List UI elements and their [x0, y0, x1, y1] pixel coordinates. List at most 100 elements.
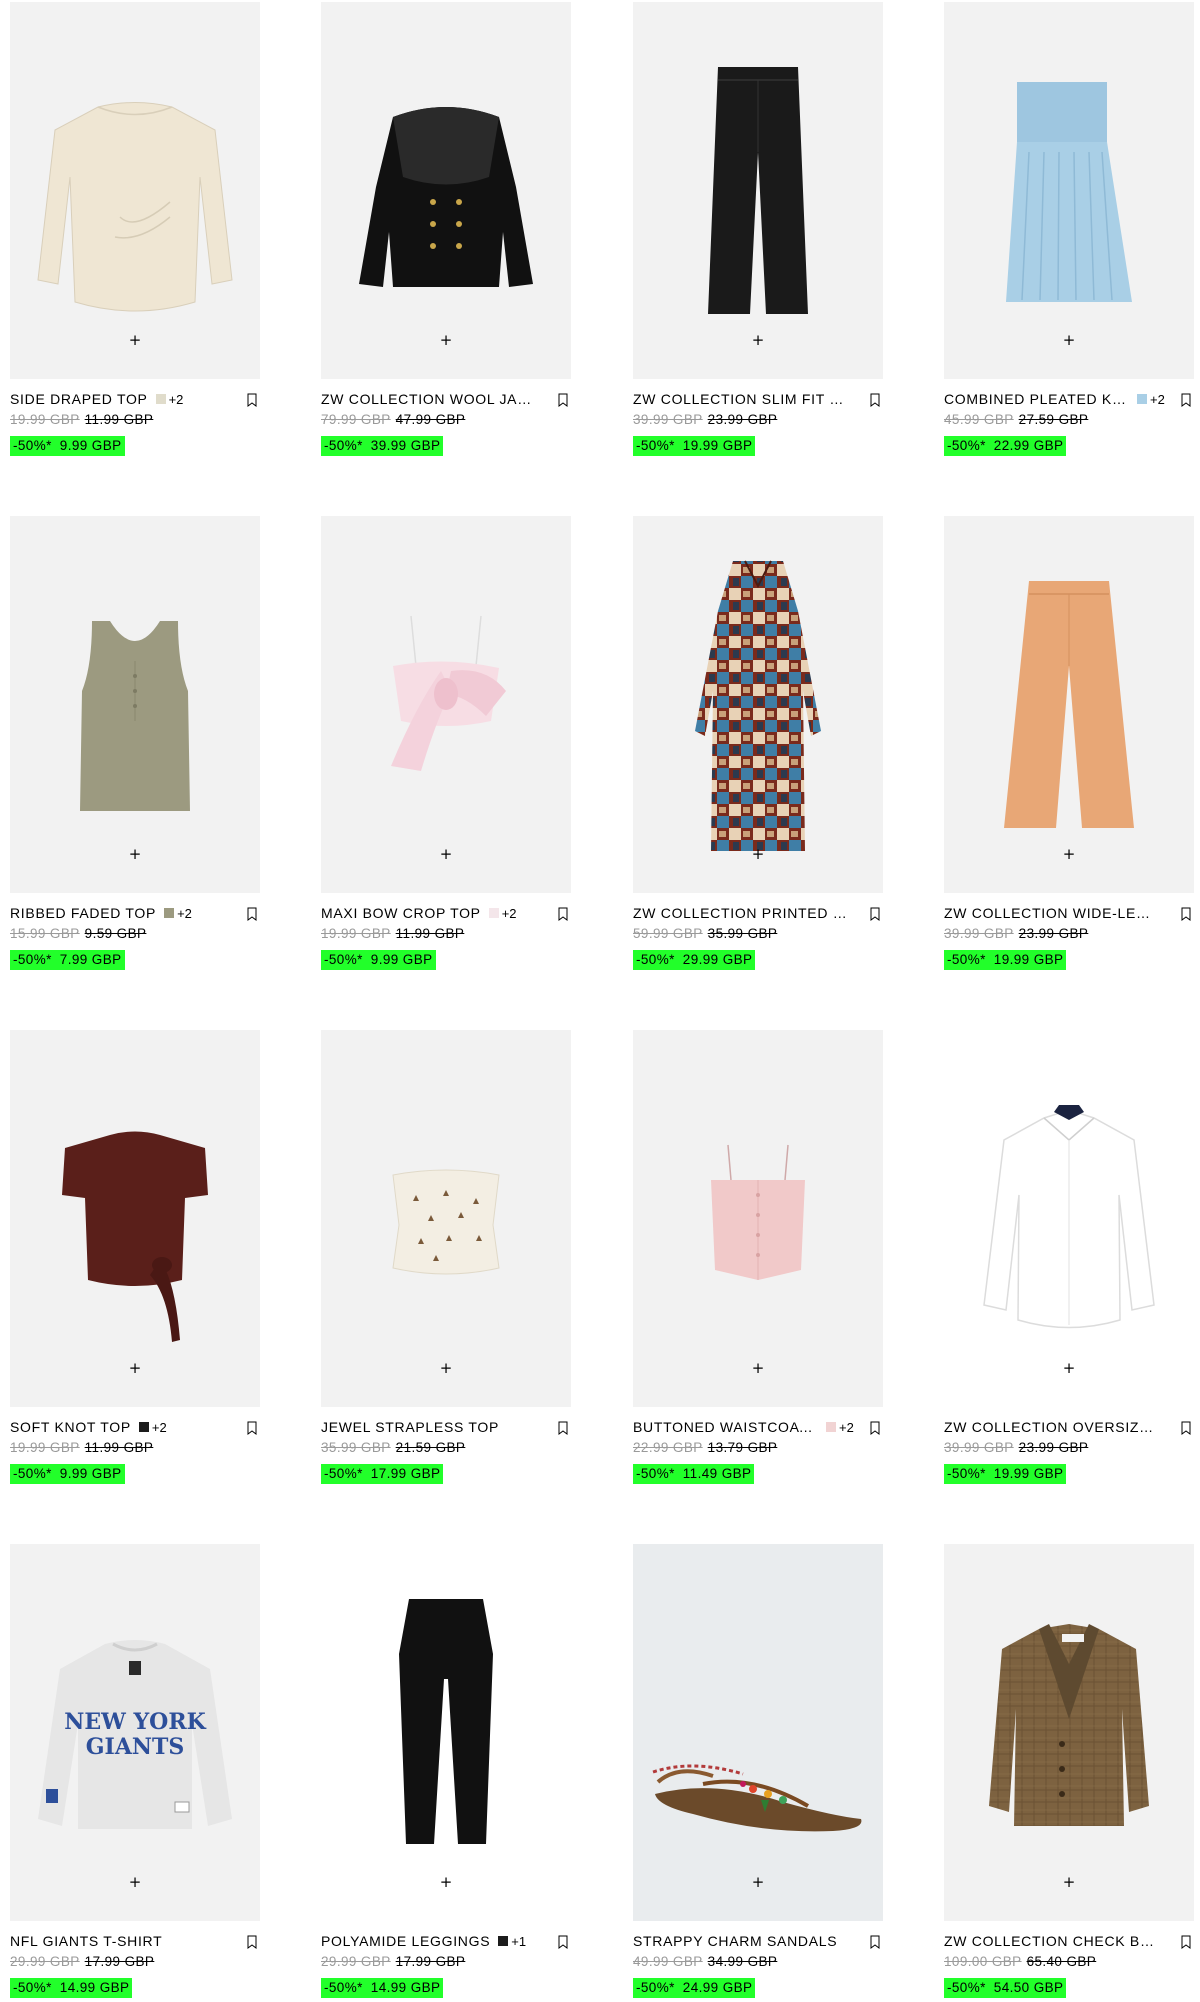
product-image[interactable]: +: [10, 516, 260, 893]
bookmark-icon[interactable]: [246, 907, 258, 921]
previous-price: 65.40 GBP: [1026, 1954, 1097, 1969]
color-swatch[interactable]: [155, 394, 166, 404]
quick-add-button[interactable]: +: [125, 1358, 145, 1378]
quick-add-button[interactable]: +: [748, 1358, 768, 1378]
white-shirt-image: [983, 1105, 1155, 1329]
quick-add-button[interactable]: +: [748, 844, 768, 864]
bookmark-icon[interactable]: [869, 393, 881, 407]
bookmark-icon[interactable]: [869, 1421, 881, 1435]
bookmark-icon[interactable]: [246, 1935, 258, 1949]
quick-add-button[interactable]: +: [1059, 330, 1079, 350]
bookmark-icon[interactable]: [1180, 907, 1192, 921]
bookmark-icon[interactable]: [246, 393, 258, 407]
product-name[interactable]: SOFT KNOT TOP: [10, 1419, 131, 1435]
product-image[interactable]: +: [633, 516, 883, 893]
bookmark-icon[interactable]: [557, 1935, 569, 1949]
product-name[interactable]: JEWEL STRAPLESS TOP: [321, 1419, 499, 1435]
product-name[interactable]: ZW COLLECTION WIDE-LEG JEANS: [944, 905, 1159, 921]
product-card[interactable]: + POLYAMIDE LEGGINGS +1 29.99 GBP 17.99 G…: [321, 1544, 571, 2002]
product-card[interactable]: + ZW COLLECTION SLIM FIT HIGH-WAIST JEAN…: [633, 2, 883, 472]
product-card[interactable]: + ZW COLLECTION OVERSIZE POPLIN SHIRT 39…: [944, 1030, 1194, 1500]
sale-price: 11.49 GBP: [682, 1466, 752, 1481]
bookmark-icon[interactable]: [557, 393, 569, 407]
product-image[interactable]: +: [633, 1544, 883, 1921]
product-name[interactable]: ZW COLLECTION OVERSIZE POPLIN SHIRT: [944, 1419, 1159, 1435]
product-image[interactable]: +: [321, 516, 571, 893]
color-swatch[interactable]: [1137, 394, 1147, 404]
original-price: 39.99 GBP: [633, 412, 703, 427]
quick-add-button[interactable]: +: [125, 330, 145, 350]
product-image[interactable]: +: [944, 2, 1194, 379]
quick-add-button[interactable]: +: [436, 1872, 456, 1892]
quick-add-button[interactable]: +: [436, 1358, 456, 1378]
product-image[interactable]: +: [944, 1544, 1194, 1921]
bookmark-icon[interactable]: [557, 1421, 569, 1435]
product-image[interactable]: NEW YORK GIANTS +: [10, 1544, 260, 1921]
product-name[interactable]: STRAPPY CHARM SANDALS: [633, 1933, 837, 1949]
bookmark-icon[interactable]: [1180, 393, 1192, 407]
product-card[interactable]: + SOFT KNOT TOP +2 19.99 GBP 11.99 GBP -5…: [10, 1030, 260, 1500]
quick-add-button[interactable]: +: [436, 330, 456, 350]
sale-price-badge: -50%* 29.99 GBP: [633, 950, 756, 970]
color-swatch[interactable]: [826, 1422, 836, 1432]
color-swatch[interactable]: [164, 908, 175, 918]
product-card[interactable]: + RIBBED FADED TOP +2 15.99 GBP 9.59 GBP …: [10, 516, 260, 986]
quick-add-button[interactable]: +: [748, 330, 768, 350]
product-name[interactable]: ZW COLLECTION PRINTED LONG DRESS: [633, 905, 848, 921]
product-image[interactable]: +: [944, 1030, 1194, 1407]
product-name[interactable]: POLYAMIDE LEGGINGS: [321, 1933, 490, 1949]
bookmark-icon[interactable]: [869, 1935, 881, 1949]
product-name[interactable]: NFL GIANTS T-SHIRT: [10, 1933, 162, 1949]
sale-price-badge: -50%* 22.99 GBP: [944, 436, 1067, 456]
product-name[interactable]: ZW COLLECTION CHECK BLAZER: [944, 1933, 1159, 1949]
product-card[interactable]: + ZW COLLECTION CHECK BLAZER 109.00 GBP 6…: [944, 1544, 1194, 2002]
product-card[interactable]: + MAXI BOW CROP TOP +2 19.99 GBP 11.99 GB…: [321, 516, 571, 986]
product-image[interactable]: +: [10, 2, 260, 379]
product-image[interactable]: +: [633, 2, 883, 379]
product-image[interactable]: +: [321, 1544, 571, 1921]
product-card[interactable]: + JEWEL STRAPLESS TOP 35.99 GBP 21.59 GBP…: [321, 1030, 571, 1500]
product-card[interactable]: + ZW COLLECTION PRINTED LONG DRESS 59.99…: [633, 516, 883, 986]
original-price: 39.99 GBP: [944, 1440, 1014, 1455]
product-name[interactable]: RIBBED FADED TOP: [10, 905, 156, 921]
bookmark-icon[interactable]: [246, 1421, 258, 1435]
product-image[interactable]: +: [633, 1030, 883, 1407]
bookmark-icon[interactable]: [557, 907, 569, 921]
quick-add-button[interactable]: +: [125, 1872, 145, 1892]
product-card[interactable]: + BUTTONED WAISTCOAT TOP +2 22.99 GBP 13.…: [633, 1030, 883, 1500]
product-image[interactable]: +: [321, 1030, 571, 1407]
quick-add-button[interactable]: +: [1059, 844, 1079, 864]
product-card[interactable]: + COMBINED PLEATED KILT SKIRT +2 45.99 G…: [944, 2, 1194, 472]
product-card[interactable]: + ZW COLLECTION WOOL JACKET 79.99 GBP 47.…: [321, 2, 571, 472]
previous-price: 27.59 GBP: [1018, 412, 1089, 427]
original-price: 109.00 GBP: [944, 1954, 1022, 1969]
quick-add-button[interactable]: +: [125, 844, 145, 864]
original-price: 59.99 GBP: [633, 926, 703, 941]
product-name[interactable]: MAXI BOW CROP TOP: [321, 905, 481, 921]
color-swatch[interactable]: [488, 908, 499, 918]
product-card[interactable]: + SIDE DRAPED TOP +2 19.99 GBP 11.99 GBP …: [10, 2, 260, 472]
bookmark-icon[interactable]: [1180, 1935, 1192, 1949]
quick-add-button[interactable]: +: [436, 844, 456, 864]
product-name[interactable]: ZW COLLECTION SLIM FIT HIGH-WAIST JEANS: [633, 391, 848, 407]
product-card[interactable]: NEW YORK GIANTS + NFL GIANTS T-SHIRT 29.…: [10, 1544, 260, 2002]
quick-add-button[interactable]: +: [1059, 1358, 1079, 1378]
quick-add-button[interactable]: +: [748, 1872, 768, 1892]
color-swatch[interactable]: [138, 1422, 149, 1432]
discount-percent: -50%*: [947, 1980, 986, 1995]
product-image[interactable]: +: [10, 1030, 260, 1407]
bookmark-icon[interactable]: [1180, 1421, 1192, 1435]
bookmark-icon[interactable]: [869, 907, 881, 921]
product-image[interactable]: +: [944, 516, 1194, 893]
product-image[interactable]: +: [321, 2, 571, 379]
product-name[interactable]: SIDE DRAPED TOP: [10, 391, 148, 407]
product-name[interactable]: ZW COLLECTION WOOL JACKET: [321, 391, 536, 407]
product-card[interactable]: + ZW COLLECTION WIDE-LEG JEANS 39.99 GBP…: [944, 516, 1194, 986]
color-swatch[interactable]: [498, 1936, 509, 1946]
quick-add-button[interactable]: +: [1059, 1872, 1079, 1892]
product-card[interactable]: + STRAPPY CHARM SANDALS 49.99 GBP 34.99 G…: [633, 1544, 883, 2002]
sandals-image: [652, 1764, 862, 1832]
product-name[interactable]: BUTTONED WAISTCOAT TOP: [633, 1419, 818, 1435]
product-name[interactable]: COMBINED PLEATED KILT SKIRT: [944, 391, 1129, 407]
product-info: BUTTONED WAISTCOAT TOP +2: [633, 1418, 883, 1436]
